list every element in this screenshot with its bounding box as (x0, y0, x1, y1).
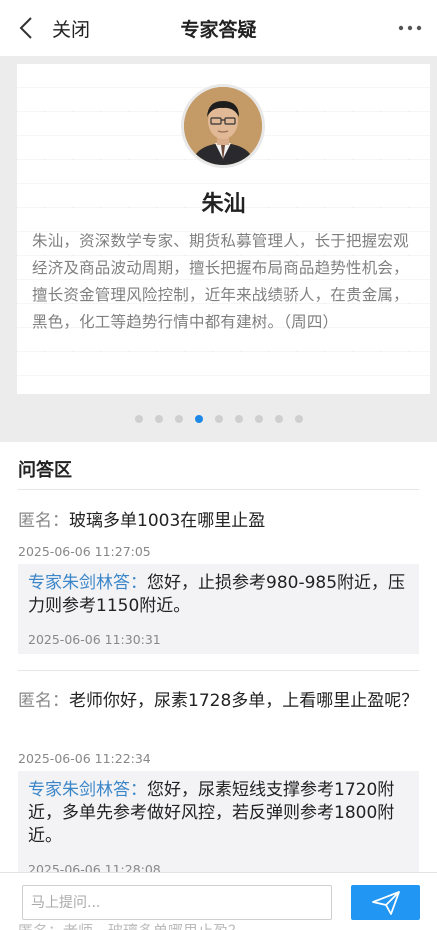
answer-text: 专家朱剑林答：您好，止损参考980-985附近，压力则参考1150附近。 (28, 572, 409, 618)
question-text: 匿名：玻璃多单1003在哪里止盈 (18, 507, 419, 535)
back-button[interactable] (14, 14, 38, 42)
answer-text: 专家朱剑林答：您好，尿素短线支撑参考1720附近，多单先参考做好风控，若反弹则参… (28, 779, 409, 848)
question-time: 2025-06-06 11:27:05 (18, 544, 151, 559)
answerer-label[interactable]: 专家朱剑林答： (28, 780, 147, 800)
carousel-dot[interactable] (214, 415, 223, 423)
anonymous-label: 匿名： (18, 691, 69, 711)
qa-section: 问答区 匿名：玻璃多单1003在哪里止盈 2025-06-06 11:27:05… (0, 442, 437, 930)
paper-plane-icon (371, 890, 400, 915)
more-horizontal-icon (398, 25, 422, 31)
carousel-indicator (0, 415, 437, 423)
send-button[interactable] (351, 885, 420, 920)
expert-avatar (181, 84, 265, 168)
carousel-dot[interactable] (294, 415, 303, 423)
answer-box: 专家朱剑林答：您好，尿素短线支撑参考1720附近，多单先参考做好风控，若反弹则参… (18, 771, 419, 881)
expert-card[interactable]: 朱汕 朱汕，资深数学专家、期货私募管理人，长于把握宏观经济及商品波动周期，擅长把… (17, 64, 430, 394)
chevron-left-icon (19, 17, 32, 39)
divider (18, 670, 419, 671)
carousel-dot[interactable] (174, 415, 183, 423)
next-question-peek: 匿名：老师，玻璃多单哪里止盈？ (18, 920, 243, 930)
expert-description: 朱汕，资深数学专家、期货私募管理人，长于把握宏观经济及商品波动周期，擅长把握布局… (32, 232, 409, 331)
question-time: 2025-06-06 11:22:34 (18, 751, 151, 766)
question-content: 老师你好，尿素1728多单，上看哪里止盈呢？ (69, 691, 419, 711)
question-content: 玻璃多单1003在哪里止盈 (69, 511, 266, 531)
top-nav-bar: 关闭 专家答疑 (0, 0, 437, 56)
answer-time: 2025-06-06 11:30:31 (28, 632, 161, 647)
close-button[interactable]: 关闭 (52, 15, 90, 42)
carousel-dot[interactable] (274, 415, 283, 423)
answer-box: 专家朱剑林答：您好，止损参考980-985附近，压力则参考1150附近。 202… (18, 564, 419, 654)
carousel-dot[interactable] (154, 415, 163, 423)
expert-carousel[interactable]: 朱汕 朱汕，资深数学专家、期货私募管理人，长于把握宏观经济及商品波动周期，擅长把… (0, 56, 437, 442)
anonymous-label: 匿名： (18, 511, 69, 531)
expert-name: 朱汕 (201, 192, 246, 217)
carousel-dot[interactable] (234, 415, 243, 423)
divider (18, 489, 419, 490)
carousel-dot-active[interactable] (194, 415, 203, 423)
answerer-label[interactable]: 专家朱剑林答： (28, 573, 147, 593)
carousel-dot[interactable] (134, 415, 143, 423)
qa-section-title: 问答区 (18, 460, 72, 481)
carousel-dot[interactable] (254, 415, 263, 423)
more-button[interactable] (395, 16, 425, 40)
question-input[interactable] (22, 885, 332, 920)
question-text: 匿名：老师你好，尿素1728多单，上看哪里止盈呢？ (18, 687, 419, 715)
